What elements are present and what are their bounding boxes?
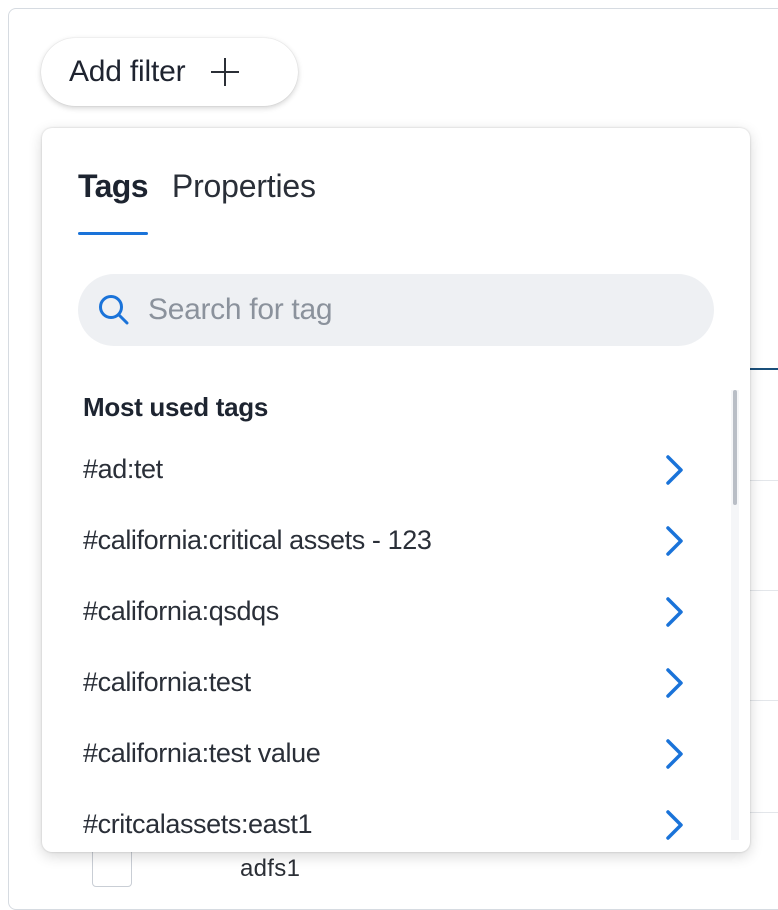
add-filter-label: Add filter: [69, 55, 186, 88]
filter-tabs: Tags Properties: [78, 168, 316, 235]
tag-item[interactable]: #ad:tet: [42, 434, 712, 505]
tag-label: #ad:tet: [83, 454, 163, 484]
chevron-right-icon[interactable]: [660, 594, 688, 630]
tag-item[interactable]: #california:test value: [42, 718, 712, 789]
tag-label: #california:test: [83, 667, 251, 697]
tag-label: #california:critical assets - 123: [83, 525, 432, 555]
tab-properties[interactable]: Properties: [172, 168, 316, 235]
table-row-divider: [748, 480, 778, 481]
chevron-right-icon[interactable]: [660, 452, 688, 488]
table-row-divider: [748, 590, 778, 591]
chevron-right-icon[interactable]: [660, 807, 688, 843]
tag-item[interactable]: #california:qsdqs: [42, 576, 712, 647]
chevron-right-icon[interactable]: [660, 736, 688, 772]
chevron-right-icon[interactable]: [660, 523, 688, 559]
search-input[interactable]: [146, 292, 690, 328]
tag-list-scrollbar[interactable]: [731, 390, 739, 840]
search-icon: [96, 292, 132, 328]
tag-item[interactable]: #california:critical assets - 123: [42, 505, 712, 576]
table-row-divider: [748, 700, 778, 701]
tag-search-box[interactable]: [78, 274, 714, 346]
tag-label: #critcalassets:east1: [83, 809, 313, 839]
tag-list: #ad:tet #california:critical assets - 12…: [42, 434, 712, 852]
table-header-divider: [748, 368, 778, 370]
tag-item[interactable]: #critcalassets:east1: [42, 789, 712, 852]
tab-tags[interactable]: Tags: [78, 168, 149, 235]
section-title-most-used-tags: Most used tags: [83, 392, 269, 422]
tag-label: #california:qsdqs: [83, 596, 279, 626]
table-row-divider: [748, 812, 778, 813]
chevron-right-icon[interactable]: [660, 665, 688, 701]
filter-popover: Tags Properties Most used tags #ad:tet #…: [42, 128, 750, 852]
plus-icon: [209, 56, 241, 88]
tag-label: #california:test value: [83, 738, 321, 768]
scrollbar-thumb[interactable]: [733, 390, 737, 505]
tag-item[interactable]: #california:test: [42, 647, 712, 718]
add-filter-button[interactable]: Add filter: [41, 38, 298, 106]
